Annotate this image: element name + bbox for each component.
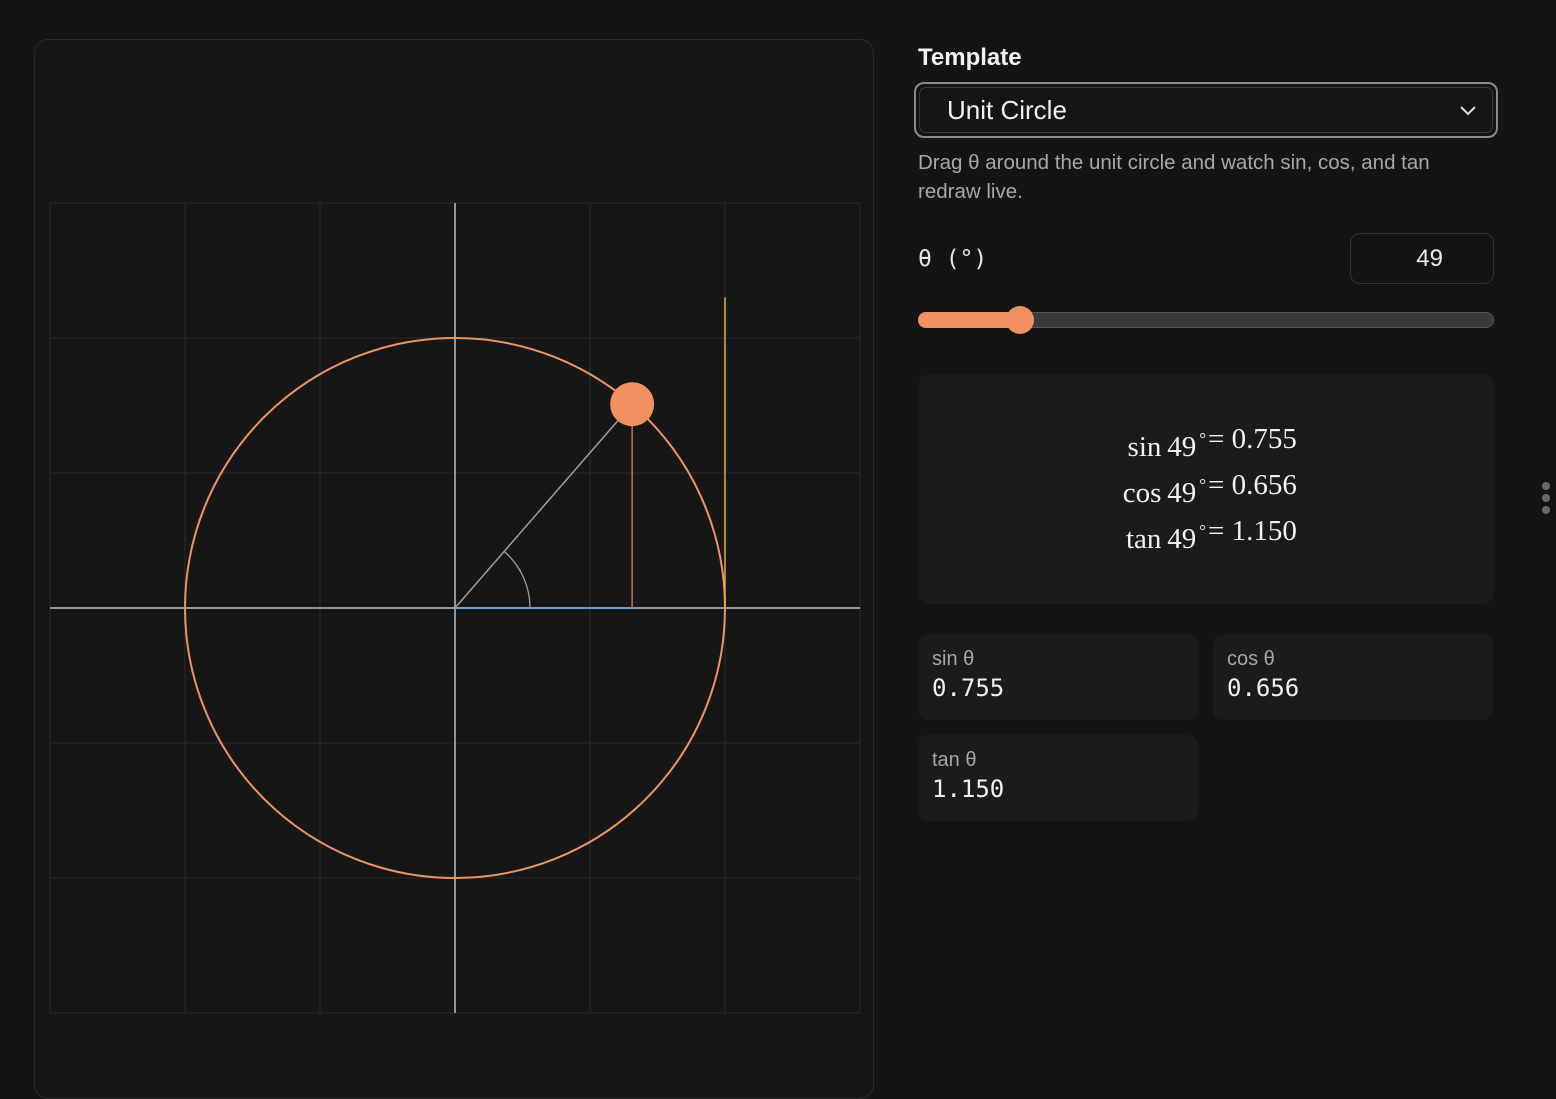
formula-fn: sin [1127, 431, 1162, 463]
formula-result: = 0.656 [1208, 469, 1297, 501]
theta-label: θ (°) [918, 246, 988, 272]
formula-row-cos: cos 49 ° = 0.656 [918, 462, 1494, 509]
theta-slider-thumb[interactable] [1006, 306, 1034, 334]
template-select-field[interactable]: Unit Circle [919, 87, 1493, 133]
formula-degree: ° [1199, 429, 1206, 448]
chevron-down-icon [1460, 106, 1476, 116]
template-description: Drag θ around the unit circle and watch … [918, 151, 1430, 203]
formula-arg: 49 [1167, 523, 1197, 555]
formula-fn: cos [1122, 477, 1162, 509]
sin-card-value: 0.755 [932, 674, 1005, 702]
formula-degree: ° [1199, 475, 1206, 494]
theta-number-input[interactable]: 49 [1350, 233, 1494, 284]
formula-display: sin 49 ° = 0.755 cos 49 ° = 0.656 tan 49 ° … [918, 374, 1494, 604]
theta-slider[interactable] [918, 306, 1494, 334]
unit-circle-plot[interactable] [35, 40, 874, 1099]
template-select-value: Unit Circle [947, 94, 1067, 125]
sin-card-label: sin θ [932, 648, 975, 670]
sin-value-card: sin θ 0.755 [918, 634, 1198, 720]
kebab-menu-icon[interactable] [1542, 482, 1552, 522]
angle-arc [503, 550, 531, 609]
controls-panel: Template Unit Circle Drag θ around the u… [914, 40, 1498, 821]
theta-slider-fill [918, 312, 1020, 328]
radius-line [454, 403, 633, 609]
template-select[interactable]: Unit Circle [914, 82, 1498, 138]
formula-row-sin: sin 49 ° = 0.755 [918, 416, 1494, 463]
tan-card-value: 1.150 [932, 775, 1005, 803]
tan-value-card: tan θ 1.150 [918, 735, 1198, 821]
cos-card-value: 0.656 [1227, 674, 1300, 702]
formula-result: = 1.150 [1208, 515, 1297, 547]
formula-fn: tan [1125, 523, 1162, 555]
cos-value-card: cos θ 0.656 [1213, 634, 1493, 720]
template-label: Template [918, 44, 1022, 71]
formula-arg: 49 [1167, 431, 1197, 463]
formula-arg: 49 [1167, 477, 1197, 509]
cos-card-label: cos θ [1227, 648, 1275, 670]
formula-degree: ° [1199, 521, 1206, 540]
formula-result: = 0.755 [1208, 423, 1297, 455]
theta-handle[interactable] [610, 382, 655, 427]
unit-circle-canvas-panel [34, 39, 874, 1099]
tan-card-label: tan θ [932, 749, 977, 771]
formula-row-tan: tan 49 ° = 1.150 [918, 508, 1494, 555]
